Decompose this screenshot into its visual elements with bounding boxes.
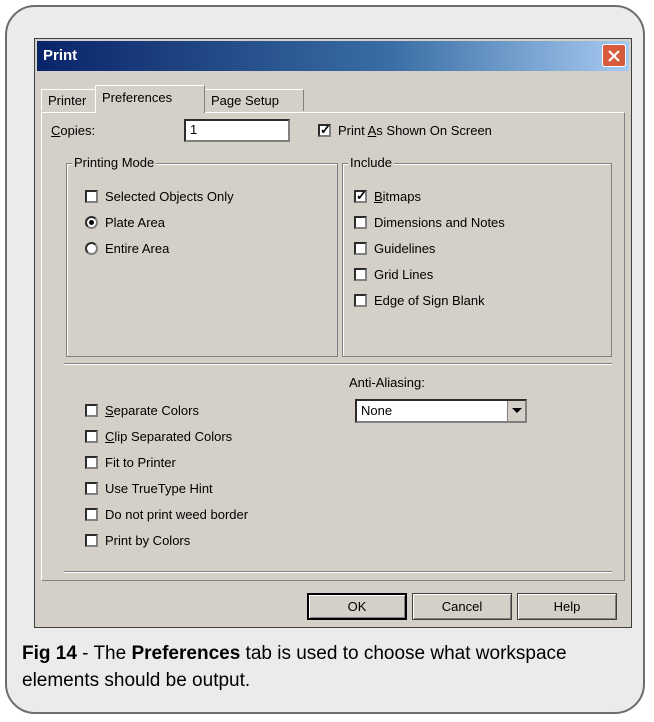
separate-label-text: eparate Colors: [113, 403, 199, 418]
copies-input[interactable]: 1: [184, 119, 290, 142]
help-button[interactable]: Help: [517, 593, 617, 620]
copies-label: Copies:: [51, 123, 95, 138]
print-by-colors-label: Print by Colors: [105, 533, 191, 548]
entire-area-radio[interactable]: [85, 242, 98, 255]
clip-separated-label: Clip Separated Colors: [105, 429, 232, 444]
selected-objects-checkbox[interactable]: [85, 190, 98, 203]
edge-of-sign-blank-label: Edge of Sign Blank: [374, 293, 485, 308]
caption-text-1: - The: [76, 643, 132, 664]
include-legend: Include: [348, 155, 394, 170]
weed-border-checkbox[interactable]: [85, 508, 98, 521]
print-as-shown-pre: Print: [338, 123, 368, 138]
dialog-title: Print: [43, 47, 78, 64]
truetype-hint-checkbox[interactable]: [85, 482, 98, 495]
tab-label: Printer: [48, 93, 87, 108]
print-dialog: Print Printer Preferences Page Setup Cop…: [34, 38, 632, 628]
title-bar: Print: [37, 41, 629, 71]
chevron-down-icon[interactable]: [507, 401, 525, 421]
cancel-button[interactable]: Cancel: [412, 593, 512, 620]
print-by-colors-checkbox[interactable]: [85, 534, 98, 547]
bitmaps-label: Bitmaps: [374, 189, 421, 204]
dimensions-label: Dimensions and Notes: [374, 215, 505, 230]
separator-bottom: [64, 571, 612, 573]
separate-mnemonic: S: [105, 403, 114, 418]
tab-page-setup[interactable]: Page Setup: [204, 89, 304, 111]
preferences-panel: Copies: 1 Print As Shown On Screen Print…: [41, 112, 625, 581]
anti-aliasing-select[interactable]: None: [355, 399, 527, 423]
close-icon: [608, 50, 620, 62]
plate-area-radio[interactable]: [85, 216, 98, 229]
bitmaps-checkbox[interactable]: [354, 188, 367, 204]
print-as-shown-post: s Shown On Screen: [376, 123, 492, 138]
guidelines-checkbox[interactable]: [354, 242, 367, 255]
tab-preferences[interactable]: Preferences: [95, 85, 205, 113]
fit-to-printer-label: Fit to Printer: [105, 455, 176, 470]
separator-top: [64, 363, 612, 365]
ok-button[interactable]: OK: [307, 593, 407, 620]
print-as-shown-checkbox[interactable]: [318, 122, 331, 138]
anti-aliasing-value: None: [361, 403, 393, 418]
separate-colors-label: Separate Colors: [105, 403, 199, 418]
truetype-hint-label: Use TrueType Hint: [105, 481, 213, 496]
bitmaps-label-text: itmaps: [382, 189, 421, 204]
fit-to-printer-checkbox[interactable]: [85, 456, 98, 469]
tab-printer[interactable]: Printer: [41, 89, 97, 111]
clip-mnemonic: C: [105, 429, 115, 444]
grid-lines-label: Grid Lines: [374, 267, 434, 282]
grid-lines-checkbox[interactable]: [354, 268, 367, 281]
caption-bold: Preferences: [131, 643, 241, 664]
copies-label-text: opies:: [60, 123, 96, 138]
guidelines-label: Guidelines: [374, 241, 436, 256]
dimensions-checkbox[interactable]: [354, 216, 367, 229]
clip-separated-checkbox[interactable]: [85, 430, 98, 443]
plate-area-label: Plate Area: [105, 215, 165, 230]
clip-label-text: lip Separated Colors: [114, 429, 233, 444]
bitmaps-mnemonic: B: [374, 189, 383, 204]
separate-colors-checkbox[interactable]: [85, 404, 98, 417]
printing-mode-legend: Printing Mode: [72, 155, 157, 170]
tab-label: Page Setup: [211, 93, 279, 108]
tab-label: Preferences: [102, 90, 173, 105]
close-button[interactable]: [602, 44, 626, 67]
print-as-shown-mnemonic: A: [367, 123, 377, 138]
edge-of-sign-blank-checkbox[interactable]: [354, 294, 367, 307]
entire-area-label: Entire Area: [105, 241, 170, 256]
selected-objects-label: Selected Objects Only: [105, 189, 234, 204]
figure-caption: Fig 14 - The Preferences tab is used to …: [22, 640, 622, 694]
weed-border-label: Do not print weed border: [105, 507, 249, 522]
anti-aliasing-label: Anti-Aliasing:: [349, 375, 425, 390]
print-as-shown-label: Print As Shown On Screen: [338, 123, 492, 138]
caption-fig-number: Fig 14: [22, 643, 77, 664]
copies-mnemonic: C: [51, 123, 61, 138]
